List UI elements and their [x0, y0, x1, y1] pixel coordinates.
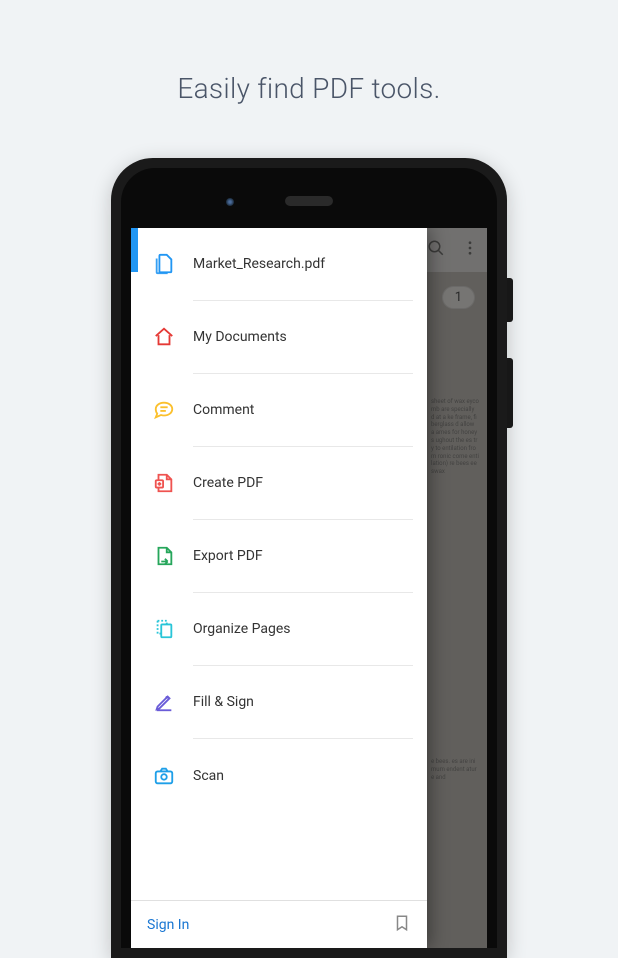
- menu-item-create-pdf[interactable]: Create PDF: [193, 447, 413, 520]
- headline-text: Easily find PDF tools.: [0, 0, 618, 105]
- app-screen: 1 sheet of wax eycomb are specially d at…: [131, 228, 487, 948]
- scan-icon: [153, 765, 175, 787]
- menu-item-current-file[interactable]: Market_Research.pdf: [193, 228, 413, 301]
- sign-in-link[interactable]: Sign In: [147, 917, 189, 933]
- bookmark-icon[interactable]: [393, 914, 411, 936]
- menu-item-label: Scan: [193, 768, 224, 784]
- document-icon: [153, 253, 175, 275]
- phone-mockup: 1 sheet of wax eycomb are specially d at…: [111, 158, 507, 958]
- phone-side-button: [507, 278, 513, 322]
- menu-item-export-pdf[interactable]: Export PDF: [193, 520, 413, 593]
- sign-icon: [153, 691, 175, 713]
- navigation-drawer: Market_Research.pdf My Documents: [131, 228, 427, 948]
- menu-item-label: Create PDF: [193, 475, 263, 491]
- menu-item-my-documents[interactable]: My Documents: [193, 301, 413, 374]
- menu-item-comment[interactable]: Comment: [193, 374, 413, 447]
- menu-item-label: My Documents: [193, 329, 287, 345]
- menu-item-label: Market_Research.pdf: [193, 256, 325, 272]
- home-icon: [153, 326, 175, 348]
- drawer-footer: Sign In: [131, 900, 427, 948]
- create-pdf-icon: [153, 472, 175, 494]
- phone-sensor: [226, 198, 234, 206]
- comment-icon: [153, 399, 175, 421]
- menu-item-organize-pages[interactable]: Organize Pages: [193, 593, 413, 666]
- menu-item-fill-sign[interactable]: Fill & Sign: [193, 666, 413, 739]
- active-tab-indicator: [131, 228, 138, 272]
- menu-list: Market_Research.pdf My Documents: [131, 228, 427, 900]
- phone-body: 1 sheet of wax eycomb are specially d at…: [111, 158, 507, 958]
- menu-item-scan[interactable]: Scan: [193, 739, 413, 812]
- phone-speaker: [285, 196, 333, 206]
- menu-item-label: Export PDF: [193, 548, 263, 564]
- menu-item-label: Organize Pages: [193, 621, 290, 637]
- organize-icon: [153, 618, 175, 640]
- menu-item-label: Comment: [193, 402, 254, 418]
- menu-item-label: Fill & Sign: [193, 694, 254, 710]
- export-pdf-icon: [153, 545, 175, 567]
- phone-side-button: [507, 358, 513, 428]
